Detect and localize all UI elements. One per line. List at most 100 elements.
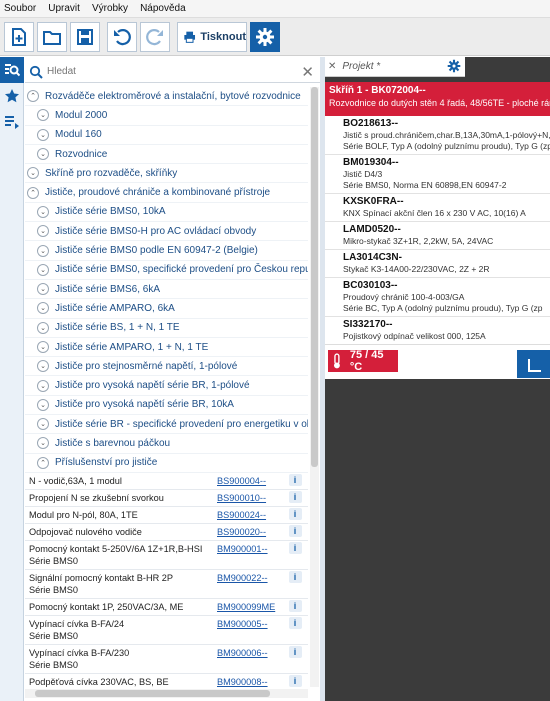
rail-list-button[interactable] [0, 109, 24, 135]
info-icon[interactable]: i [288, 490, 302, 503]
chevron-down-icon[interactable]: ⌄ [37, 244, 49, 257]
menu-soubor[interactable]: Soubor [4, 3, 36, 14]
tree-node[interactable]: ⌄ Jističe pro stejnosměrné napětí, 1-pólo… [25, 357, 308, 377]
tree-node[interactable]: ⌄ Jističe série BMS0, 10kA [25, 203, 308, 223]
menu-napoveda[interactable]: Nápověda [140, 3, 186, 14]
tree-node[interactable]: ⌄ Jističe série BR - specifické provedení… [25, 415, 308, 435]
product-row[interactable]: Vypínací cívka B-FA/24 Série BMS0 BM900005… [25, 616, 308, 645]
tree-node[interactable]: ⌄ Jističe série AMPARO, 6kA [25, 299, 308, 319]
product-code-link[interactable]: BM900099ME [215, 599, 285, 615]
menu-upravit[interactable]: Upravit [48, 3, 80, 14]
cabinet-header[interactable]: Skříň 1 - BK072004-- Rozvodnice do dutýc… [325, 82, 550, 116]
tree-node[interactable]: ⌃ Rozváděče elektroměrové a instalační, b… [25, 87, 308, 107]
project-item[interactable]: LAMD0520-- Mikro-stykač 3Z+1R, 2,2kW, 5A,… [325, 222, 550, 250]
tree-node[interactable]: ⌄ Rozvodnice [25, 145, 308, 165]
rail-search-button[interactable] [0, 57, 24, 83]
product-row[interactable]: Modul pro N-pól, 80A, 1TE BS900024-- i [25, 507, 308, 524]
info-icon[interactable]: i [288, 507, 302, 520]
tree-node[interactable]: ⌄ Jističe série BMS6, 6kA [25, 280, 308, 300]
product-code-link[interactable]: BS900024-- [215, 507, 285, 523]
open-button[interactable] [37, 21, 67, 52]
tree-node[interactable]: ⌄ Jističe pro vysoká napětí série BR, 10k… [25, 396, 308, 416]
product-code-link[interactable]: BS900010-- [215, 490, 285, 506]
product-row[interactable]: Odpojovač nulového vodiče BS900020-- i [25, 524, 308, 541]
info-icon[interactable]: i [288, 541, 302, 554]
product-row[interactable]: Pomocný kontakt 1P, 250VAC/3A, ME BM90009… [25, 599, 308, 616]
rail-favorites-button[interactable] [0, 83, 24, 109]
project-item[interactable]: BM019304-- Jistič D4/3 Série BMS0, Norma E… [325, 155, 550, 194]
chevron-down-icon[interactable]: ⌄ [37, 225, 49, 238]
chevron-down-icon[interactable]: ⌄ [37, 128, 49, 141]
horizontal-scrollbar[interactable] [25, 689, 308, 698]
tree-node[interactable]: ⌄ Jističe série BMS0-H pro AC ovládací ob… [25, 222, 308, 242]
tree-node[interactable]: ⌃ Jističe, proudové chrániče a kombinovan… [25, 183, 308, 203]
product-code-link[interactable]: BM900008-- [215, 674, 285, 687]
chevron-down-icon[interactable]: ⌄ [37, 360, 49, 373]
chevron-down-icon[interactable]: ⌄ [37, 263, 49, 276]
tree-node[interactable]: ⌄ Jističe série BMS0, specifické proveden… [25, 261, 308, 280]
chevron-up-icon[interactable]: ⌃ [27, 90, 39, 103]
product-row[interactable]: Pomocný kontakt 5-250V/6A 1Z+1R,B-HSI Sér… [25, 541, 308, 570]
info-icon[interactable]: i [288, 473, 302, 486]
chevron-down-icon[interactable]: ⌄ [37, 302, 49, 315]
menu-vyrobky[interactable]: Výrobky [92, 3, 128, 14]
product-row[interactable]: Propojení N se zkušební svorkou BS900010-… [25, 490, 308, 507]
chevron-down-icon[interactable]: ⌄ [27, 167, 39, 180]
product-row[interactable]: Signální pomocný kontakt B-HR 2P Série BM… [25, 570, 308, 599]
tree-node[interactable]: ⌄ Jističe série BMS0 podle EN 60947-2 (Be… [25, 241, 308, 261]
close-tab-icon[interactable]: ✕ [328, 61, 336, 72]
product-code-link[interactable]: BM900022-- [215, 570, 285, 598]
project-item[interactable]: BC030103-- Proudový chránič 100-4-003/GA S… [325, 278, 550, 317]
chevron-down-icon[interactable]: ⌄ [37, 341, 49, 353]
project-item[interactable]: LA3014C3N- Stykač K3-14A00-22/230VAC, 2Z … [325, 250, 550, 278]
chevron-up-icon[interactable]: ⌃ [37, 456, 49, 469]
product-code-link[interactable]: BS900020-- [215, 524, 285, 540]
project-settings-button[interactable] [447, 59, 461, 76]
chevron-down-icon[interactable]: ⌄ [37, 148, 49, 161]
clear-search-icon[interactable]: ✕ [301, 63, 314, 81]
hscroll-thumb[interactable] [35, 690, 270, 697]
info-icon[interactable]: i [288, 616, 302, 629]
new-project-button[interactable] [4, 21, 34, 52]
chevron-down-icon[interactable]: ⌄ [37, 283, 49, 296]
product-code-link[interactable]: BS900004-- [215, 473, 285, 489]
info-icon[interactable]: i [288, 674, 302, 687]
product-row[interactable]: Podpěťová cívka 230VAC, BS, BE BM900008--… [25, 674, 308, 687]
tree-node[interactable]: ⌄ Skříně pro rozvaděče, skříňky [25, 164, 308, 184]
tree-node[interactable]: ⌄ Jističe série BS, 1 + N, 1 TE [25, 319, 308, 338]
project-action-button[interactable] [517, 350, 550, 378]
info-icon[interactable]: i [288, 599, 302, 612]
chevron-down-icon[interactable]: ⌄ [37, 418, 49, 431]
product-row[interactable]: Vypínací cívka B-FA/230 Série BMS0 BM90000… [25, 645, 308, 674]
product-code-link[interactable]: BM900006-- [215, 645, 285, 673]
tree-node[interactable]: ⌄ Jističe s barevnou páčkou [25, 434, 308, 454]
tab-project[interactable]: ✕ Projekt * [325, 57, 465, 77]
tree-node[interactable]: ⌄ Jističe pro vysoká napětí série BR, 1-p… [25, 376, 308, 396]
chevron-down-icon[interactable]: ⌄ [37, 398, 49, 411]
product-row[interactable]: N - vodič,63A, 1 modul BS900004-- i [25, 473, 308, 490]
tree-node[interactable]: ⌄ Modul 2000 [25, 106, 308, 126]
chevron-down-icon[interactable]: ⌄ [37, 321, 49, 334]
save-button[interactable] [70, 21, 100, 52]
info-icon[interactable]: i [288, 645, 302, 658]
project-item[interactable]: BO218613-- Jistič s proud.chráničem,char.… [325, 116, 550, 155]
tree-node[interactable]: ⌄ Jističe série AMPARO, 1 + N, 1 TE [25, 338, 308, 358]
info-icon[interactable]: i [288, 570, 302, 583]
settings-button[interactable] [250, 21, 280, 52]
tree-node[interactable]: ⌄ Modul 160 [25, 126, 308, 145]
tree-node[interactable]: ⌃ Příslušenství pro jističe [25, 454, 308, 473]
product-code-link[interactable]: BM900005-- [215, 616, 285, 644]
chevron-down-icon[interactable]: ⌄ [37, 437, 49, 450]
scroll-thumb[interactable] [311, 87, 318, 467]
chevron-down-icon[interactable]: ⌄ [37, 205, 49, 218]
info-icon[interactable]: i [288, 524, 302, 537]
chevron-down-icon[interactable]: ⌄ [37, 109, 49, 122]
redo-button[interactable] [140, 21, 170, 52]
vertical-scrollbar[interactable] [310, 87, 319, 687]
print-button[interactable]: Tisknout [177, 21, 247, 52]
search-input[interactable] [47, 66, 297, 77]
project-item[interactable]: KXSK0FRA-- KNX Spínací akční člen 16 x 23… [325, 194, 550, 222]
project-item[interactable]: SI332170-- Pojistkový odpínač velikost 00… [325, 317, 550, 344]
chevron-up-icon[interactable]: ⌃ [27, 186, 39, 199]
chevron-down-icon[interactable]: ⌄ [37, 379, 49, 392]
